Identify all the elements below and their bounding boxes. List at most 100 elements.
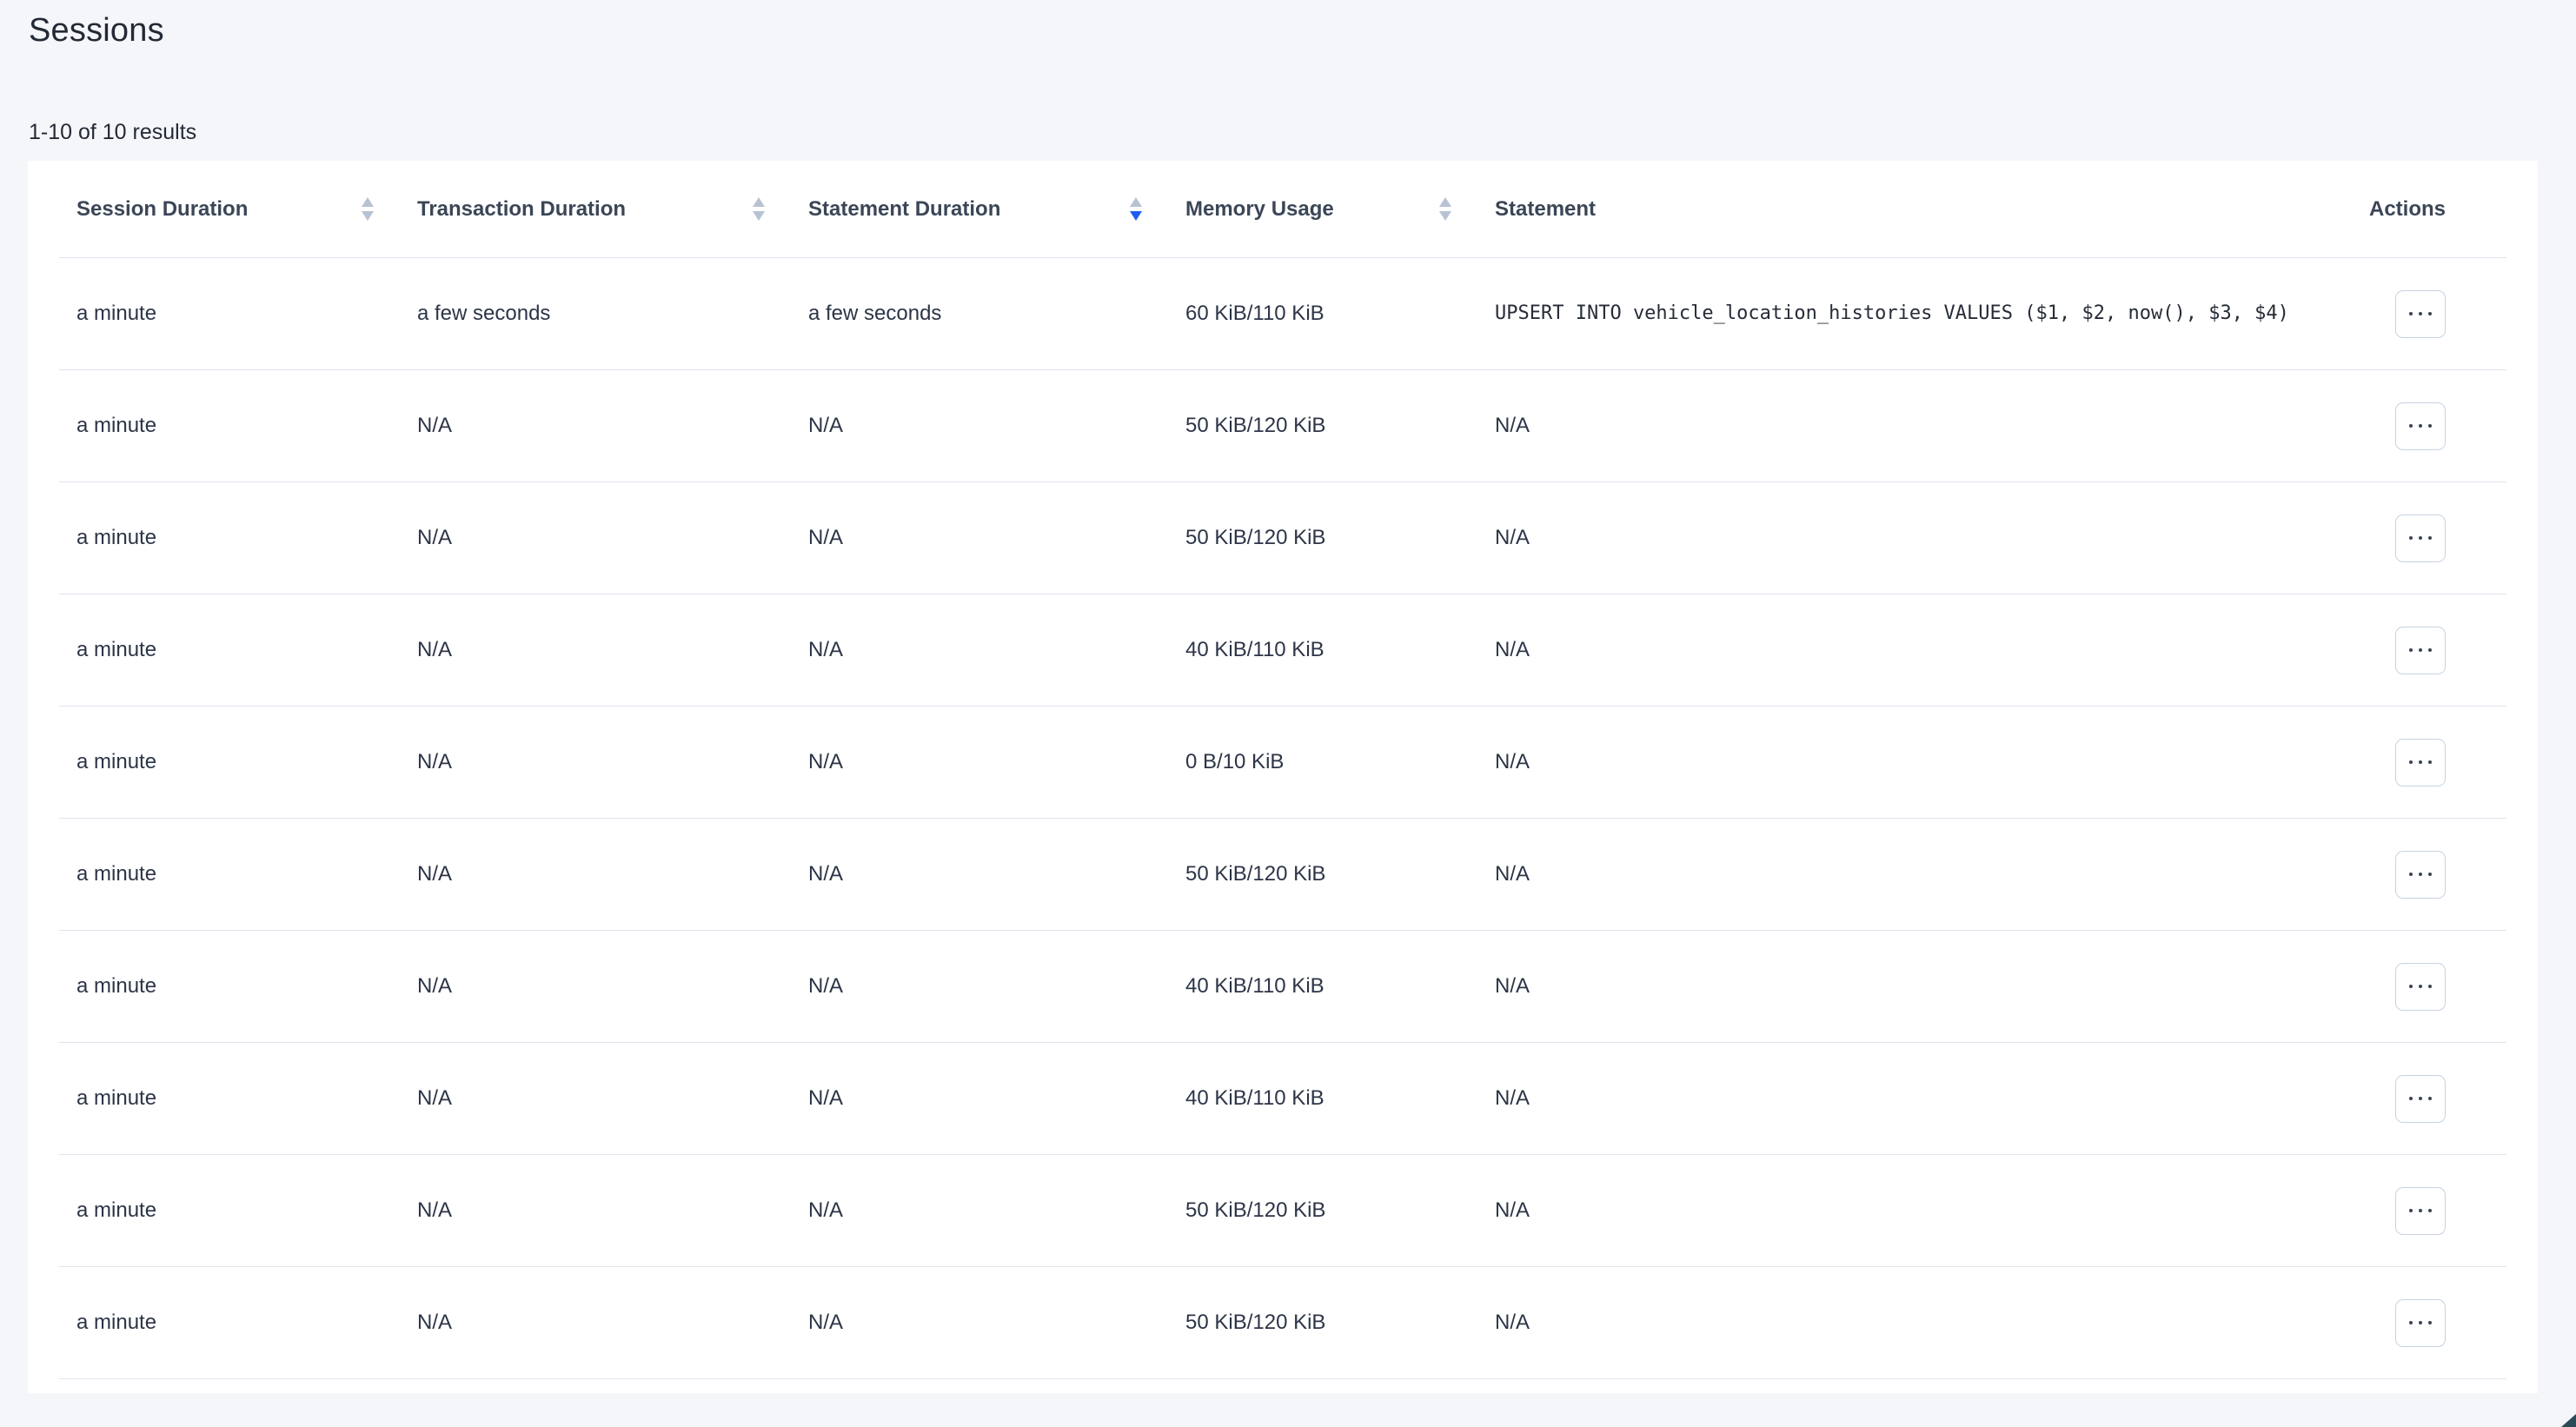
table-row: a minute N/A N/A 50 KiB/120 KiB N/A <box>59 1267 2506 1379</box>
sort-asc-triangle <box>1439 197 1451 207</box>
column-header-statement-duration[interactable]: Statement Duration <box>791 197 1168 222</box>
statement-duration-cell: N/A <box>791 862 1168 886</box>
statement-duration-cell: a few seconds <box>791 302 1168 326</box>
ellipsis-icon <box>2409 760 2432 764</box>
table-row: a minute N/A N/A 40 KiB/110 KiB N/A <box>59 931 2506 1043</box>
statement-cell: N/A <box>1477 638 2338 662</box>
session-duration-cell: a minute <box>59 302 400 326</box>
table-row: a minute N/A N/A 50 KiB/120 KiB N/A <box>59 482 2506 594</box>
sort-desc-triangle <box>753 211 765 221</box>
session-duration-cell: a minute <box>59 862 400 886</box>
row-actions-button[interactable] <box>2395 963 2446 1011</box>
sort-asc-triangle <box>753 197 765 207</box>
column-header-label: Actions <box>2369 197 2446 222</box>
sort-arrows-icon[interactable] <box>753 197 765 221</box>
ellipsis-icon <box>2409 648 2432 652</box>
sort-arrows-icon[interactable] <box>362 197 374 221</box>
session-duration-cell: a minute <box>59 1086 400 1111</box>
ellipsis-icon <box>2409 1097 2432 1100</box>
sort-asc-triangle <box>362 197 374 207</box>
transaction-duration-cell: a few seconds <box>400 302 791 326</box>
row-actions-button[interactable] <box>2395 402 2446 450</box>
ellipsis-icon <box>2409 873 2432 876</box>
page-title: Sessions <box>29 10 164 50</box>
transaction-duration-cell: N/A <box>400 750 791 774</box>
row-actions-button[interactable] <box>2395 739 2446 787</box>
statement-cell: UPSERT INTO vehicle_location_histories V… <box>1477 296 2338 331</box>
actions-cell <box>2338 963 2506 1011</box>
column-header-label: Statement <box>1495 197 1596 222</box>
column-header-label: Transaction Duration <box>417 197 626 222</box>
ellipsis-icon <box>2409 312 2432 315</box>
ellipsis-icon <box>2409 1321 2432 1324</box>
statement-cell: N/A <box>1477 414 2338 438</box>
actions-cell <box>2338 290 2506 338</box>
table-header-row: Session Duration Transaction Duration St… <box>59 161 2506 258</box>
statement-duration-cell: N/A <box>791 750 1168 774</box>
actions-cell <box>2338 739 2506 787</box>
row-actions-button[interactable] <box>2395 851 2446 899</box>
session-duration-cell: a minute <box>59 1198 400 1223</box>
memory-usage-cell: 50 KiB/120 KiB <box>1168 526 1477 550</box>
row-actions-button[interactable] <box>2395 1299 2446 1347</box>
sort-desc-triangle <box>1439 211 1451 221</box>
table-row: a minute N/A N/A 40 KiB/110 KiB N/A <box>59 1043 2506 1155</box>
table-row: a minute N/A N/A 40 KiB/110 KiB N/A <box>59 594 2506 707</box>
ellipsis-icon <box>2409 536 2432 540</box>
column-header-label: Statement Duration <box>808 197 1000 222</box>
actions-cell <box>2338 1187 2506 1235</box>
sort-desc-triangle <box>362 211 374 221</box>
row-actions-button[interactable] <box>2395 1187 2446 1235</box>
table-row: a minute N/A N/A 50 KiB/120 KiB N/A <box>59 819 2506 931</box>
memory-usage-cell: 50 KiB/120 KiB <box>1168 862 1477 886</box>
results-count: 1-10 of 10 results <box>29 119 196 146</box>
sort-desc-triangle <box>1130 211 1142 221</box>
column-header-transaction-duration[interactable]: Transaction Duration <box>400 197 791 222</box>
ellipsis-icon <box>2409 424 2432 428</box>
sort-arrows-icon-active-desc[interactable] <box>1130 197 1142 221</box>
actions-cell <box>2338 514 2506 562</box>
table-row: a minute N/A N/A 50 KiB/120 KiB N/A <box>59 370 2506 482</box>
actions-cell <box>2338 851 2506 899</box>
statement-duration-cell: N/A <box>791 526 1168 550</box>
column-header-session-duration[interactable]: Session Duration <box>59 197 400 222</box>
statement-cell: N/A <box>1477 750 2338 774</box>
sort-arrows-icon[interactable] <box>1439 197 1451 221</box>
column-header-statement: Statement <box>1477 197 2338 222</box>
ellipsis-icon <box>2409 1209 2432 1212</box>
row-actions-button[interactable] <box>2395 290 2446 338</box>
session-duration-cell: a minute <box>59 750 400 774</box>
column-header-actions: Actions <box>2338 197 2506 222</box>
statement-cell: N/A <box>1477 526 2338 550</box>
memory-usage-cell: 50 KiB/120 KiB <box>1168 1198 1477 1223</box>
transaction-duration-cell: N/A <box>400 414 791 438</box>
memory-usage-cell: 50 KiB/120 KiB <box>1168 414 1477 438</box>
statement-cell: N/A <box>1477 1198 2338 1223</box>
row-actions-button[interactable] <box>2395 514 2446 562</box>
memory-usage-cell: 50 KiB/120 KiB <box>1168 1311 1477 1335</box>
transaction-duration-cell: N/A <box>400 638 791 662</box>
session-duration-cell: a minute <box>59 526 400 550</box>
column-header-memory-usage[interactable]: Memory Usage <box>1168 197 1477 222</box>
statement-cell: N/A <box>1477 974 2338 999</box>
actions-cell <box>2338 1299 2506 1347</box>
column-header-label: Session Duration <box>76 197 248 222</box>
table-row: a minute N/A N/A 0 B/10 KiB N/A <box>59 707 2506 819</box>
row-actions-button[interactable] <box>2395 627 2446 674</box>
memory-usage-cell: 0 B/10 KiB <box>1168 750 1477 774</box>
session-duration-cell: a minute <box>59 974 400 999</box>
transaction-duration-cell: N/A <box>400 862 791 886</box>
statement-duration-cell: N/A <box>791 974 1168 999</box>
transaction-duration-cell: N/A <box>400 1198 791 1223</box>
table-row: a minute N/A N/A 50 KiB/120 KiB N/A <box>59 1155 2506 1267</box>
table-row: a minute a few seconds a few seconds 60 … <box>59 258 2506 370</box>
statement-cell: N/A <box>1477 862 2338 886</box>
actions-cell <box>2338 627 2506 674</box>
session-duration-cell: a minute <box>59 414 400 438</box>
transaction-duration-cell: N/A <box>400 526 791 550</box>
memory-usage-cell: 40 KiB/110 KiB <box>1168 1086 1477 1111</box>
statement-duration-cell: N/A <box>791 1086 1168 1111</box>
memory-usage-cell: 60 KiB/110 KiB <box>1168 302 1477 326</box>
resize-grip-icon[interactable] <box>2561 1414 2576 1427</box>
row-actions-button[interactable] <box>2395 1075 2446 1123</box>
